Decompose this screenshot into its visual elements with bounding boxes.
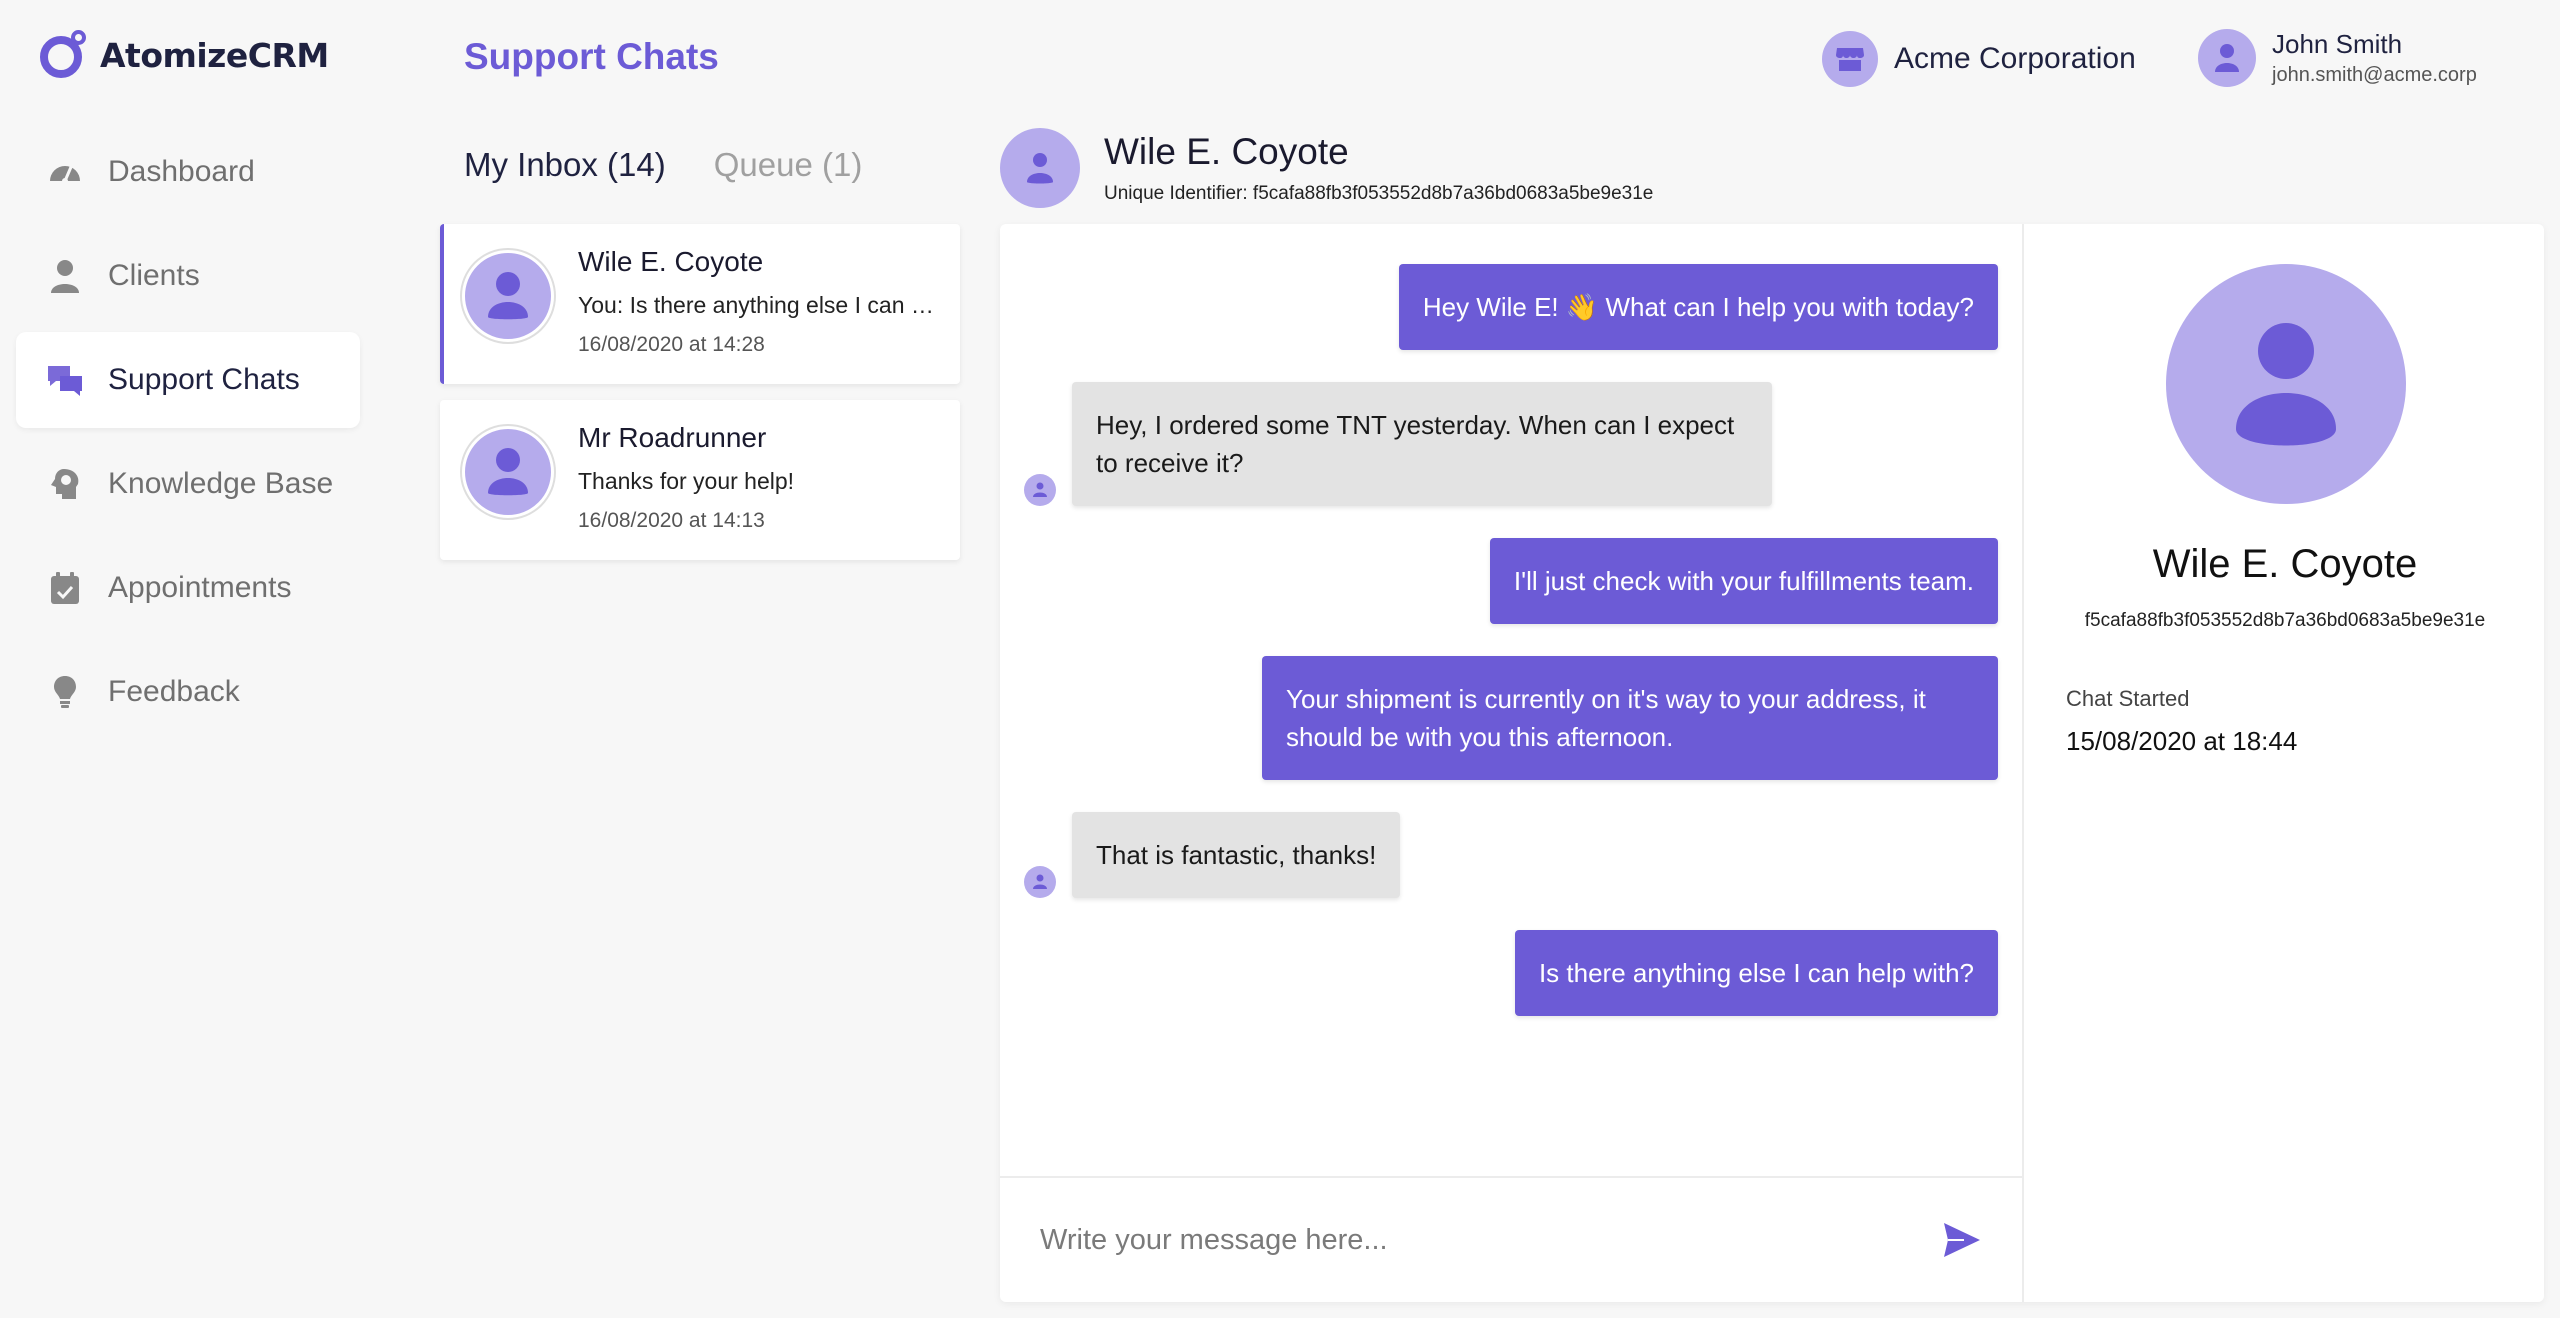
conversation-panel: Hey Wile E! 👋 What can I help you with t… (1000, 224, 2544, 1302)
chat-bubbles-icon (46, 361, 84, 399)
sidebar-item-label: Appointments (108, 571, 292, 604)
contact-details: Wile E. Coyote f5cafa88fb3f053552d8b7a36… (2026, 224, 2544, 1302)
agent-message: I'll just check with your fulfillments t… (1489, 538, 1998, 624)
sidebar-item-label: Support Chats (108, 363, 300, 396)
chat-preview: Thanks for your help! (578, 468, 795, 494)
organization-switcher[interactable]: Acme Corporation (1822, 31, 2136, 87)
sidebar-item-label: Dashboard (108, 155, 255, 188)
sidebar-item-label: Feedback (108, 675, 240, 708)
avatar (462, 426, 554, 518)
chat-started-label: Chat Started (2066, 686, 2190, 711)
chat-preview: You: Is there anything else I can help w… (578, 292, 942, 318)
chat-contact-name: Wile E. Coyote (578, 246, 764, 277)
tab-my-inbox[interactable]: My Inbox (14) (464, 146, 666, 184)
store-icon (1822, 31, 1878, 87)
brain-head-icon (46, 465, 84, 503)
chat-contact-name: Mr Roadrunner (578, 422, 767, 453)
gauge-icon (46, 153, 84, 191)
message-composer (1000, 1176, 2024, 1302)
avatar (2166, 264, 2406, 504)
avatar (1024, 474, 1056, 506)
sidebar-item-appointments[interactable]: Appointments (16, 540, 360, 636)
conversation-unique-identifier: Unique Identifier: f5cafa88fb3f053552d8b… (1104, 183, 1654, 204)
sidebar-nav: Dashboard Clients Support Chats Knowledg… (16, 124, 360, 748)
conversation-header: Wile E. Coyote Unique Identifier: f5cafa… (1000, 128, 1653, 208)
user-name: John Smith (2272, 29, 2403, 59)
conversation-contact-name: Wile E. Coyote (1104, 131, 1349, 172)
app-name: AtomizeCRM (100, 35, 329, 75)
organization-name: Acme Corporation (1894, 42, 2136, 75)
contact-name: Wile E. Coyote (2152, 542, 2418, 586)
chat-timestamp: 16/08/2020 at 14:28 (578, 333, 765, 356)
person-icon (46, 257, 84, 295)
sidebar-item-clients[interactable]: Clients (16, 228, 360, 324)
sidebar-item-label: Clients (108, 259, 200, 292)
avatar (462, 250, 554, 342)
agent-message: Your shipment is currently on it's way t… (1262, 656, 1998, 780)
sidebar-item-feedback[interactable]: Feedback (16, 644, 360, 740)
lightbulb-icon (46, 673, 84, 711)
chat-timestamp: 16/08/2020 at 14:13 (578, 509, 765, 532)
sidebar-item-support-chats[interactable]: Support Chats (16, 332, 360, 428)
avatar (1024, 866, 1056, 898)
chat-list: Wile E. Coyote You: Is there anything el… (440, 224, 960, 576)
contact-unique-identifier: f5cafa88fb3f053552d8b7a36bd0683a5be9e31e (2084, 610, 2486, 631)
agent-message: Hey Wile E! 👋 What can I help you with t… (1398, 264, 1998, 350)
avatar (2198, 29, 2256, 87)
chat-list-item[interactable]: Wile E. Coyote You: Is there anything el… (440, 224, 960, 384)
calendar-icon (46, 569, 84, 607)
client-message: Hey, I ordered some TNT yesterday. When … (1072, 382, 1772, 506)
send-icon[interactable] (1938, 1216, 1986, 1264)
sidebar-item-knowledge-base[interactable]: Knowledge Base (16, 436, 360, 532)
client-message: That is fantastic, thanks! (1072, 812, 1401, 898)
tab-queue[interactable]: Queue (1) (714, 146, 863, 184)
message-input[interactable] (1040, 1223, 1938, 1257)
avatar (1000, 128, 1080, 208)
app-logo[interactable]: AtomizeCRM (40, 30, 329, 80)
inbox-tabs: My Inbox (14) Queue (1) (464, 146, 910, 184)
user-menu[interactable]: John Smith john.smith@acme.corp (2198, 29, 2477, 87)
sidebar-item-label: Knowledge Base (108, 467, 334, 500)
message-thread: Hey Wile E! 👋 What can I help you with t… (1000, 224, 2024, 1176)
chat-started-value: 15/08/2020 at 18:44 (2066, 726, 2298, 756)
agent-message: Is there anything else I can help with? (1514, 930, 1998, 1016)
page-title: Support Chats (464, 36, 719, 77)
sidebar-item-dashboard[interactable]: Dashboard (16, 124, 360, 220)
logo-mark-icon (40, 30, 86, 80)
user-email: john.smith@acme.corp (2272, 64, 2477, 86)
chat-list-item[interactable]: Mr Roadrunner Thanks for your help! 16/0… (440, 400, 960, 560)
